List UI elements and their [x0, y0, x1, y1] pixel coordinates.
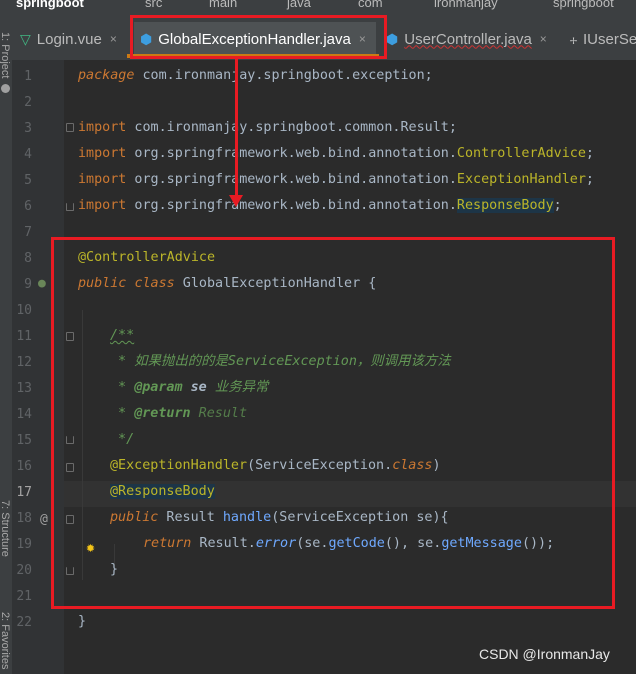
- line-number: 20: [16, 563, 32, 578]
- favorites-panel-tab[interactable]: 2: Favorites: [0, 612, 11, 669]
- code-text: org.springframework.web.bind.annotation.: [126, 172, 457, 187]
- annotation-arrow-line: [235, 58, 238, 195]
- annotation-class: ControllerAdvice: [456, 146, 586, 161]
- breadcrumb-item[interactable]: src: [145, 0, 162, 10]
- line-number: 10: [16, 303, 32, 318]
- line-number: 6: [24, 199, 32, 214]
- breadcrumb-item[interactable]: ironmanjay: [434, 0, 498, 10]
- line-number: 14: [16, 407, 32, 422]
- watermark: CSDN @IronmanJay: [479, 646, 610, 662]
- line-number: 18: [16, 511, 32, 526]
- vue-icon: ▽: [20, 30, 31, 47]
- line-number: 22: [16, 615, 32, 630]
- spring-bean-icon[interactable]: ●: [38, 276, 46, 291]
- interface-icon: ⧾: [570, 30, 577, 47]
- line-number: 12: [16, 355, 32, 370]
- java-class-icon: ⬢: [386, 30, 399, 47]
- project-icon: [1, 84, 10, 93]
- line-number: 1: [24, 69, 32, 84]
- code-line: import com.ironmanjay.springboot.common.…: [78, 115, 457, 141]
- line-number: 13: [16, 381, 32, 396]
- tab-iuser-service[interactable]: ⧾ IUserSe: [570, 24, 636, 54]
- annotation-class: ResponseBody: [456, 198, 554, 213]
- line-number: 19: [16, 537, 32, 552]
- annotation-class: ExceptionHandler: [456, 172, 586, 187]
- line-number: 4: [24, 147, 32, 162]
- code-text: com.ironmanjay.springboot.exception;: [134, 68, 433, 83]
- code-line: package com.ironmanjay.springboot.except…: [78, 63, 433, 89]
- line-number: 5: [24, 173, 32, 188]
- highlight-box-tab: [130, 15, 387, 59]
- project-panel-tab[interactable]: 1: Project: [0, 32, 11, 78]
- close-icon[interactable]: ×: [540, 32, 547, 46]
- keyword: import: [78, 172, 127, 187]
- keyword: import: [78, 146, 127, 161]
- tab-label: IUserSe: [583, 30, 636, 48]
- line-number: 21: [16, 589, 32, 604]
- close-icon[interactable]: ×: [110, 32, 117, 46]
- breadcrumb-item[interactable]: java: [287, 0, 311, 10]
- code-text: ;: [553, 198, 562, 213]
- code-line: import org.springframework.web.bind.anno…: [78, 167, 594, 193]
- structure-panel-tab[interactable]: 7: Structure: [0, 500, 11, 557]
- line-number: 16: [16, 459, 32, 474]
- line-number: 9: [24, 277, 32, 292]
- line-number-current: 17: [16, 485, 32, 500]
- breadcrumb-item[interactable]: main: [209, 0, 237, 10]
- tab-login-vue[interactable]: ▽ Login.vue ×: [20, 24, 117, 54]
- highlight-box-code: [51, 237, 615, 609]
- keyword: package: [78, 68, 135, 83]
- tab-user-controller[interactable]: ⬢ UserController.java ×: [386, 24, 547, 54]
- keyword: import: [78, 198, 127, 213]
- code-text: ;: [585, 146, 594, 161]
- line-number: 11: [16, 329, 32, 344]
- line-number: 8: [24, 251, 32, 266]
- breadcrumb-item[interactable]: springboot: [553, 0, 614, 10]
- keyword: import: [78, 120, 127, 135]
- line-number: 2: [24, 95, 32, 110]
- line-number: 15: [16, 433, 32, 448]
- override-at-icon[interactable]: @: [40, 512, 48, 527]
- tab-label: UserController.java: [404, 30, 532, 48]
- code-line: import org.springframework.web.bind.anno…: [78, 141, 594, 167]
- breadcrumb-item[interactable]: com: [358, 0, 383, 10]
- line-number: 3: [24, 121, 32, 136]
- code-line: }: [78, 609, 86, 635]
- code-text: org.springframework.web.bind.annotation.: [126, 146, 457, 161]
- code-text: ;: [585, 172, 594, 187]
- line-number: 7: [24, 225, 32, 240]
- breadcrumb-item[interactable]: springboot: [16, 0, 84, 10]
- breadcrumb: springboot src main java com ironmanjay …: [0, 0, 636, 12]
- code-text: com.ironmanjay.springboot.common.Result;: [126, 120, 457, 135]
- code-line: import org.springframework.web.bind.anno…: [78, 193, 562, 219]
- tab-label: Login.vue: [36, 30, 102, 48]
- code-text: org.springframework.web.bind.annotation.: [126, 198, 457, 213]
- annotation-arrow-head: [229, 195, 243, 207]
- code-text: }: [78, 614, 87, 629]
